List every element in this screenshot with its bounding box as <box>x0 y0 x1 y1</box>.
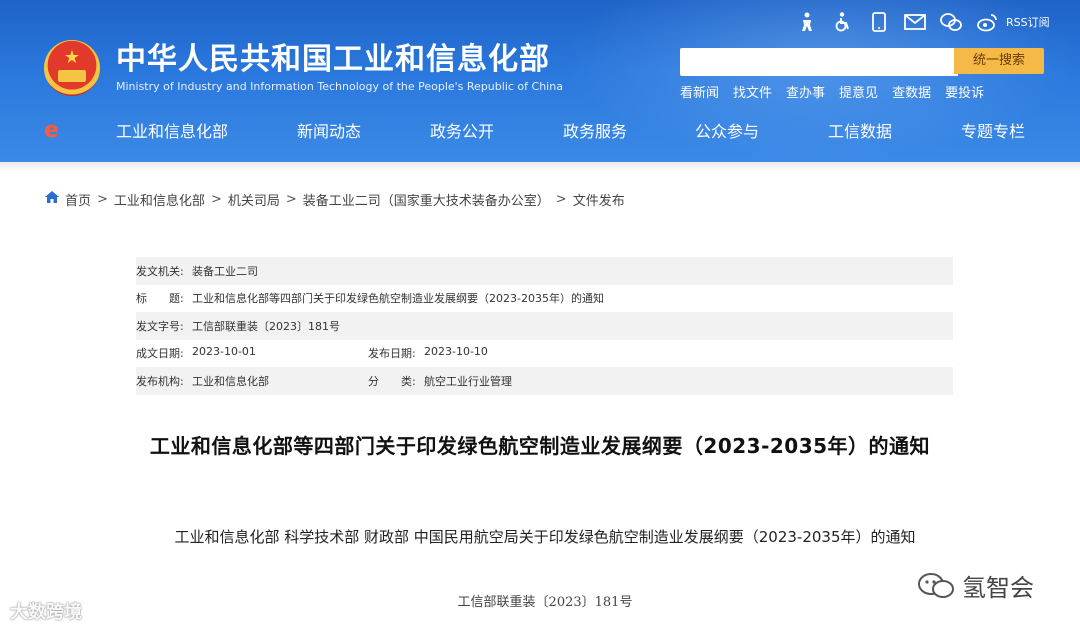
weibo-icon[interactable] <box>976 11 998 33</box>
search-button[interactable]: 统一搜索 <box>954 48 1044 74</box>
quick-links: 看新闻 找文件 查办事 提意见 查数据 要投诉 <box>680 82 984 101</box>
category-value: 航空工业行业管理 <box>424 374 512 388</box>
category-label: 分 类: <box>368 374 416 388</box>
document-info-table: 发文机关: 装备工业二司 标 题: 工业和信息化部等四部门关于印发绿色航空制造业… <box>136 257 953 395</box>
nav-item-topics[interactable]: 专题专栏 <box>961 120 1025 144</box>
national-emblem-logo[interactable]: ★ <box>44 40 100 96</box>
top-icon-bar: RSS订阅 <box>796 10 1050 34</box>
info-row-title: 标 题: 工业和信息化部等四部门关于印发绿色航空制造业发展纲要（2023-203… <box>136 285 953 313</box>
quick-link-feedback[interactable]: 提意见 <box>839 82 878 101</box>
doc-no-label: 发文字号: <box>136 319 184 333</box>
breadcrumb-home[interactable]: 首页 <box>65 190 91 209</box>
elder-icon[interactable] <box>796 11 818 33</box>
created-label: 成文日期: <box>136 347 184 361</box>
mail-icon[interactable] <box>904 11 926 33</box>
nav-item-miit[interactable]: 工业和信息化部 <box>116 120 228 144</box>
article-title: 工业和信息化部等四部门关于印发绿色航空制造业发展纲要（2023-2035年）的通… <box>149 434 931 458</box>
nav-item-news[interactable]: 新闻动态 <box>297 120 361 144</box>
doc-no-value: 工信部联重装〔2023〕181号 <box>192 319 340 333</box>
info-row-org: 发布机构: 工业和信息化部 分 类: 航空工业行业管理 <box>136 367 953 395</box>
published-value: 2023-10-10 <box>424 345 488 359</box>
rss-link[interactable]: RSS订阅 <box>1006 14 1050 30</box>
created-value: 2023-10-01 <box>192 345 256 359</box>
header-shadow <box>0 162 1080 172</box>
title-value: 工业和信息化部等四部门关于印发绿色航空制造业发展纲要（2023-2035年）的通… <box>192 292 604 306</box>
watermark-right-text: 氢智会 <box>962 574 1034 602</box>
watermark-left-text: 大数跨境 <box>10 602 82 623</box>
breadcrumb-file-release[interactable]: 文件发布 <box>573 190 625 209</box>
info-row-dates: 成文日期: 2023-10-01 发布日期: 2023-10-10 <box>136 340 953 368</box>
site-header: ★ 中华人民共和国工业和信息化部 Ministry of Industry an… <box>0 0 1080 162</box>
breadcrumb-equipment-dept[interactable]: 装备工业二司（国家重大技术装备办公室） <box>303 190 550 209</box>
quick-link-news[interactable]: 看新闻 <box>680 82 719 101</box>
quick-link-services[interactable]: 查办事 <box>786 82 825 101</box>
site-subtitle: Ministry of Industry and Information Tec… <box>116 80 563 93</box>
quick-link-complaint[interactable]: 要投诉 <box>945 82 984 101</box>
quick-link-data[interactable]: 查数据 <box>892 82 931 101</box>
mobile-icon[interactable] <box>868 11 890 33</box>
breadcrumb-miit[interactable]: 工业和信息化部 <box>114 190 205 209</box>
title-label: 标 题: <box>136 292 184 306</box>
info-row-issuer: 发文机关: 装备工业二司 <box>136 257 953 285</box>
org-label: 发布机构: <box>136 374 184 388</box>
main-nav: e 工业和信息化部 新闻动态 政务公开 政务服务 公众参与 工信数据 专题专栏 <box>0 112 1080 154</box>
search-input[interactable] <box>680 48 958 76</box>
article-subtitle: 工业和信息化部 科学技术部 财政部 中国民用航空局关于印发绿色航空制造业发展纲要… <box>174 528 916 546</box>
published-label: 发布日期: <box>368 347 416 361</box>
wechat-icon[interactable] <box>940 11 962 33</box>
home-icon[interactable] <box>45 191 59 207</box>
watermark-right: 氢智会 <box>916 568 1034 603</box>
accessibility-icon[interactable] <box>832 11 854 33</box>
breadcrumb: 首页 > 工业和信息化部 > 机关司局 > 装备工业二司（国家重大技术装备办公室… <box>45 189 625 209</box>
e-gov-logo-icon[interactable]: e <box>44 120 66 142</box>
issuer-label: 发文机关: <box>136 264 184 278</box>
info-row-doc-no: 发文字号: 工信部联重装〔2023〕181号 <box>136 312 953 340</box>
quick-link-files[interactable]: 找文件 <box>733 82 772 101</box>
nav-item-gov-services[interactable]: 政务服务 <box>563 120 627 144</box>
site-title[interactable]: 中华人民共和国工业和信息化部 <box>116 42 550 78</box>
watermark-left: 大数跨境 <box>10 598 82 624</box>
chat-bubble-icon <box>918 572 954 598</box>
breadcrumb-departments[interactable]: 机关司局 <box>228 190 280 209</box>
nav-item-public[interactable]: 公众参与 <box>695 120 759 144</box>
org-value: 工业和信息化部 <box>192 374 269 388</box>
nav-item-data[interactable]: 工信数据 <box>828 120 892 144</box>
nav-item-gov-affairs[interactable]: 政务公开 <box>430 120 494 144</box>
issuer-value: 装备工业二司 <box>192 264 258 278</box>
